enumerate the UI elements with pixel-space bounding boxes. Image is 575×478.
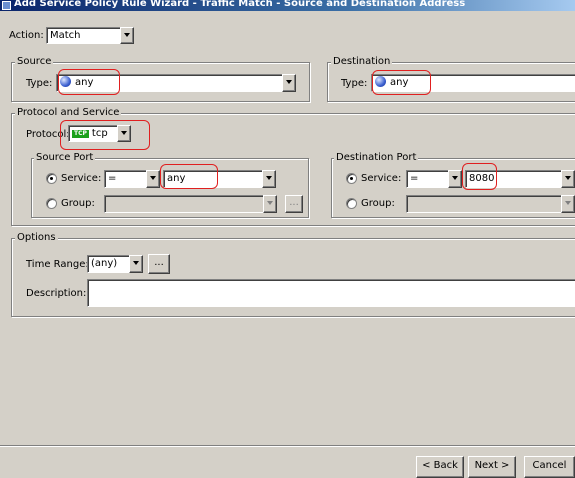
back-button[interactable]: < Back xyxy=(416,456,464,478)
tcp-protocol-icon: TCP xyxy=(72,130,89,138)
protocol-value: tcp xyxy=(91,128,108,139)
destination-type-label: Type: xyxy=(341,78,368,89)
destination-port-service-label: Service: xyxy=(361,173,402,184)
time-range-select[interactable]: (any) xyxy=(87,255,130,273)
options-legend: Options xyxy=(15,232,58,244)
action-dropdown-button[interactable] xyxy=(120,27,134,44)
source-port-service-label: Service: xyxy=(61,173,102,184)
source-port-group-label: Group: xyxy=(61,198,95,209)
source-port-service-dropdown-button[interactable] xyxy=(262,170,276,188)
destination-port-group-radio[interactable] xyxy=(346,198,357,209)
network-object-icon xyxy=(60,76,71,87)
source-port-legend: Source Port xyxy=(34,152,96,164)
protocol-service-legend: Protocol and Service xyxy=(15,107,122,119)
destination-type-value: any xyxy=(390,77,409,88)
description-input[interactable] xyxy=(87,279,575,307)
destination-legend: Destination xyxy=(331,56,393,68)
protocol-select[interactable]: TCP tcp xyxy=(68,125,118,142)
source-port-service-radio[interactable] xyxy=(46,173,57,184)
protocol-label: Protocol: xyxy=(26,129,70,140)
action-select[interactable]: Match xyxy=(46,27,121,44)
source-port-service-input[interactable]: any xyxy=(163,170,263,188)
destination-port-operator-dropdown-button[interactable] xyxy=(448,170,462,188)
destination-port-legend: Destination Port xyxy=(334,152,419,164)
destination-port-group-dropdown-button[interactable] xyxy=(561,195,575,213)
source-port-group-radio[interactable] xyxy=(46,198,57,209)
source-port-operator-dropdown-button[interactable] xyxy=(146,170,160,188)
app-icon xyxy=(2,1,11,10)
source-port-operator-select[interactable]: = xyxy=(104,170,147,188)
source-port-group-select[interactable] xyxy=(104,195,264,213)
destination-type-select[interactable]: any xyxy=(371,74,575,92)
source-legend: Source xyxy=(15,56,54,68)
source-type-value: any xyxy=(75,77,94,88)
destination-port-service-input[interactable]: 8080 xyxy=(465,170,575,188)
destination-port-operator-select[interactable]: = xyxy=(406,170,449,188)
source-port-group-dropdown-button[interactable] xyxy=(263,195,277,213)
time-range-label: Time Range: xyxy=(26,259,89,270)
destination-port-service-dropdown-button[interactable] xyxy=(561,170,575,188)
button-bar-separator xyxy=(0,445,575,447)
source-type-label: Type: xyxy=(26,78,53,89)
action-label: Action: xyxy=(9,30,44,41)
window-title-bar: Add Service Policy Rule Wizard - Traffic… xyxy=(0,0,575,11)
destination-port-service-radio[interactable] xyxy=(346,173,357,184)
cancel-button[interactable]: Cancel xyxy=(524,456,575,478)
destination-port-group-select[interactable] xyxy=(406,195,575,213)
network-object-icon xyxy=(375,76,386,87)
time-range-browse-button[interactable]: ... xyxy=(148,254,170,274)
source-type-dropdown-button[interactable] xyxy=(282,74,296,92)
protocol-dropdown-button[interactable] xyxy=(117,125,131,142)
source-port-group-browse-button[interactable]: ... xyxy=(285,195,303,213)
window-title: Add Service Policy Rule Wizard - Traffic… xyxy=(14,0,466,9)
destination-port-group-label: Group: xyxy=(361,198,395,209)
description-label: Description: xyxy=(26,288,87,299)
time-range-dropdown-button[interactable] xyxy=(129,255,143,273)
next-button[interactable]: Next > xyxy=(468,456,516,478)
source-type-select[interactable]: any xyxy=(56,74,283,92)
